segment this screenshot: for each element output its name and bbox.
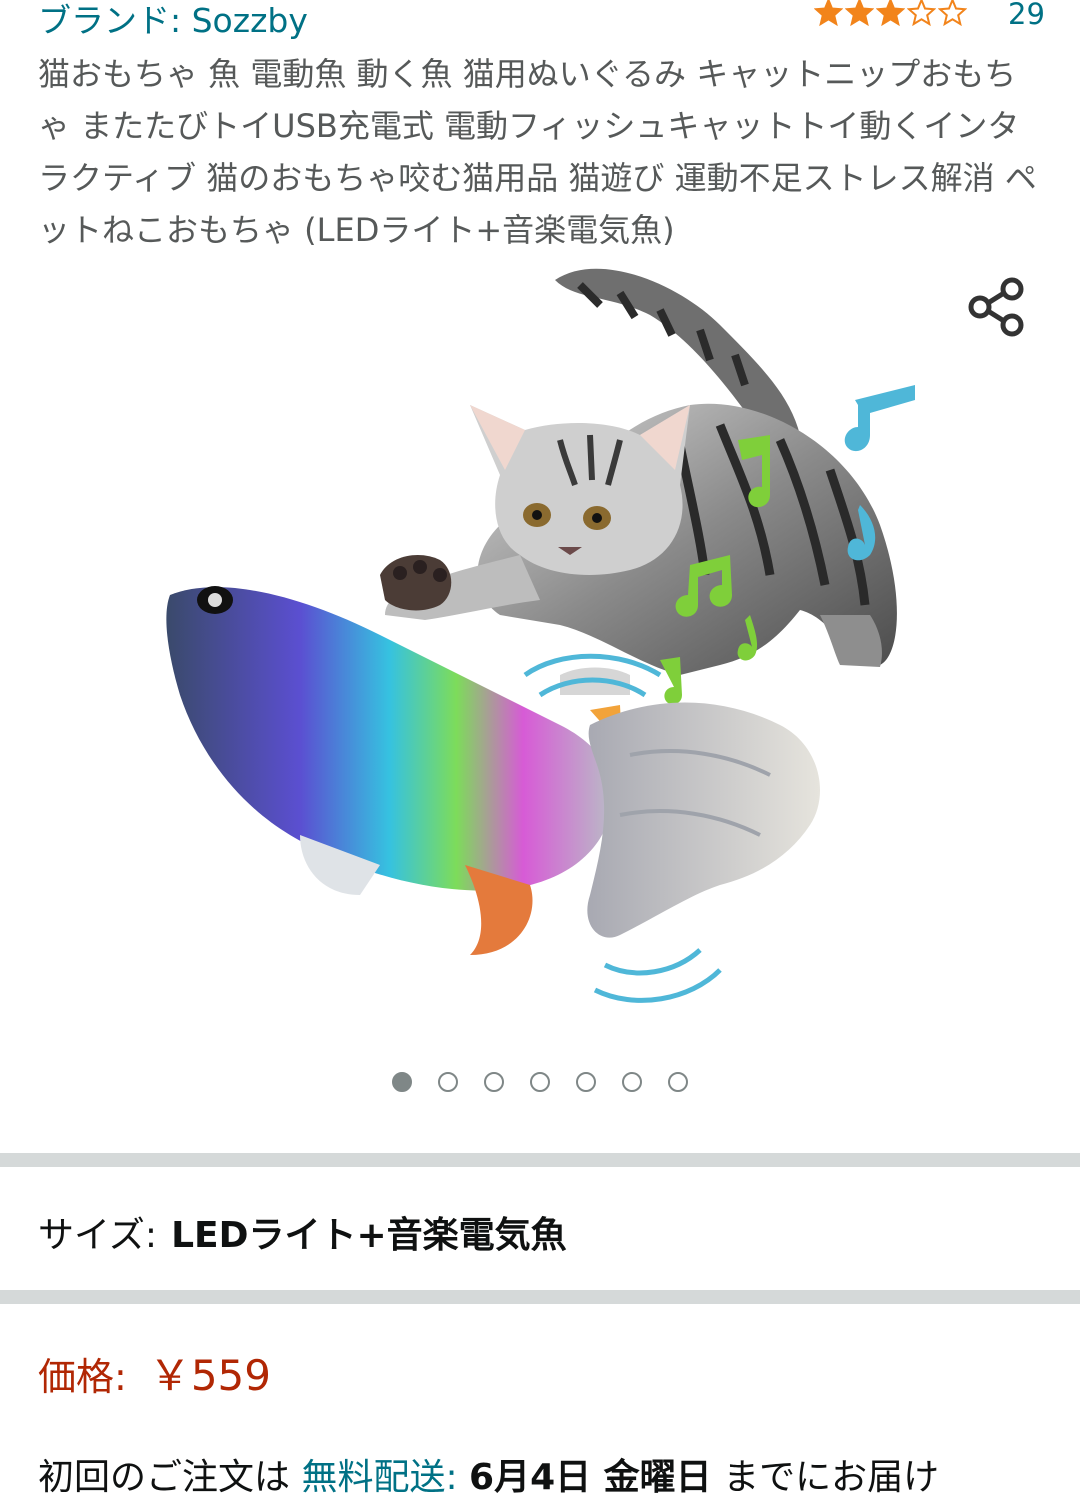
carousel-dot[interactable] <box>622 1072 642 1092</box>
product-image[interactable] <box>0 255 1080 1045</box>
delivery-suffix: までにお届け <box>711 1457 940 1498</box>
brand-link[interactable]: ブランド: Sozzby <box>38 0 308 42</box>
share-icon <box>968 277 1024 337</box>
brand-name: Sozzby <box>191 1 308 40</box>
size-value: LEDライト+音楽電気魚 <box>171 1215 567 1256</box>
carousel-dot[interactable] <box>438 1072 458 1092</box>
brand-rating-row: ブランド: Sozzby 29 <box>0 0 1080 40</box>
carousel-dot[interactable] <box>576 1072 596 1092</box>
section-divider <box>0 1290 1080 1304</box>
star-empty-icon <box>938 0 967 27</box>
free-shipping-link[interactable]: 無料配送: <box>301 1457 457 1498</box>
review-count[interactable]: 29 <box>1008 0 1045 31</box>
carousel-dot[interactable] <box>484 1072 504 1092</box>
price-value: ￥559 <box>148 1351 271 1400</box>
carousel-dots <box>0 1072 1080 1098</box>
brand-prefix: ブランド: <box>38 1 192 40</box>
star-empty-icon <box>907 0 936 27</box>
delivery-prefix: 初回のご注文は <box>38 1457 302 1498</box>
carousel-dot[interactable] <box>530 1072 550 1092</box>
star-rating[interactable] <box>814 0 967 27</box>
star-filled-icon <box>814 0 843 27</box>
size-selector[interactable]: サイズ: LEDライト+音楽電気魚 <box>38 1206 567 1258</box>
product-title: 猫おもちゃ 魚 電動魚 動く魚 猫用ぬいぐるみ キャットニップおもちゃ またたび… <box>38 55 1037 249</box>
carousel-dot[interactable] <box>392 1072 412 1092</box>
product-photo <box>166 268 915 1003</box>
carousel-dot[interactable] <box>668 1072 688 1092</box>
delivery-date: 6月4日 金曜日 <box>469 1457 712 1498</box>
delivery-info: 初回のご注文は 無料配送: 6月4日 金曜日 までにお届け <box>38 1448 939 1500</box>
price-row: 価格: ￥559 <box>38 1342 271 1403</box>
share-button[interactable] <box>966 275 1030 339</box>
star-filled-icon <box>845 0 874 27</box>
size-label: サイズ: <box>38 1215 158 1256</box>
star-filled-icon <box>876 0 905 27</box>
section-divider <box>0 1153 1080 1167</box>
price-label: 価格: <box>38 1355 127 1399</box>
